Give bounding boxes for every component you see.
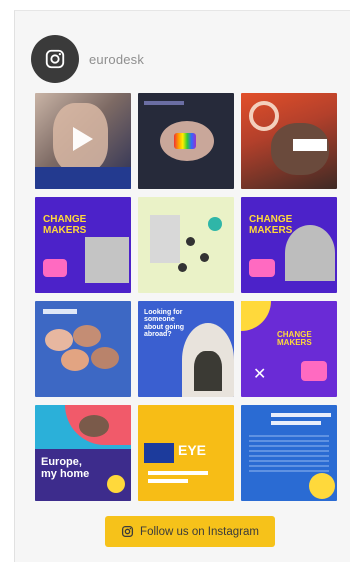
post-tile-10[interactable]: Europe, my home (35, 405, 131, 501)
post-tile-5[interactable] (138, 197, 234, 293)
post-grid: CHANGE MAKERS CHANGE MAKERS Looking for … (35, 93, 337, 501)
post-tile-9[interactable]: CHANGE MAKERS ✕ (241, 301, 337, 397)
instagram-icon (122, 525, 134, 538)
post-tile-1[interactable] (35, 93, 131, 189)
profile-username[interactable]: eurodesk (89, 52, 144, 67)
post-title: Looking for someone about going abroad? (144, 309, 185, 339)
instagram-icon (45, 49, 65, 69)
post-title: CHANGE MAKERS (277, 330, 312, 348)
post-title: EYE (178, 442, 207, 458)
post-title: CHANGE MAKERS (43, 214, 87, 236)
post-tile-4[interactable]: CHANGE MAKERS (35, 197, 131, 293)
post-tile-3[interactable] (241, 93, 337, 189)
follow-us-on-instagram-button[interactable]: Follow us on Instagram (105, 516, 275, 547)
post-tile-11[interactable]: EYE (138, 405, 234, 501)
instagram-feed-widget: eurodesk CHANGE MAKERS CHANGE MAKERS Loo… (14, 10, 350, 562)
post-tile-7[interactable] (35, 301, 131, 397)
post-tile-6[interactable]: CHANGE MAKERS (241, 197, 337, 293)
post-tile-2[interactable] (138, 93, 234, 189)
post-tile-12[interactable] (241, 405, 337, 501)
post-title: Europe, my home (41, 456, 90, 480)
profile-header: eurodesk (31, 29, 144, 89)
profile-avatar[interactable] (31, 35, 79, 83)
post-title: CHANGE MAKERS (249, 214, 293, 236)
play-icon (73, 127, 93, 151)
post-tile-8[interactable]: Looking for someone about going abroad? (138, 301, 234, 397)
follow-button-label: Follow us on Instagram (140, 525, 259, 538)
